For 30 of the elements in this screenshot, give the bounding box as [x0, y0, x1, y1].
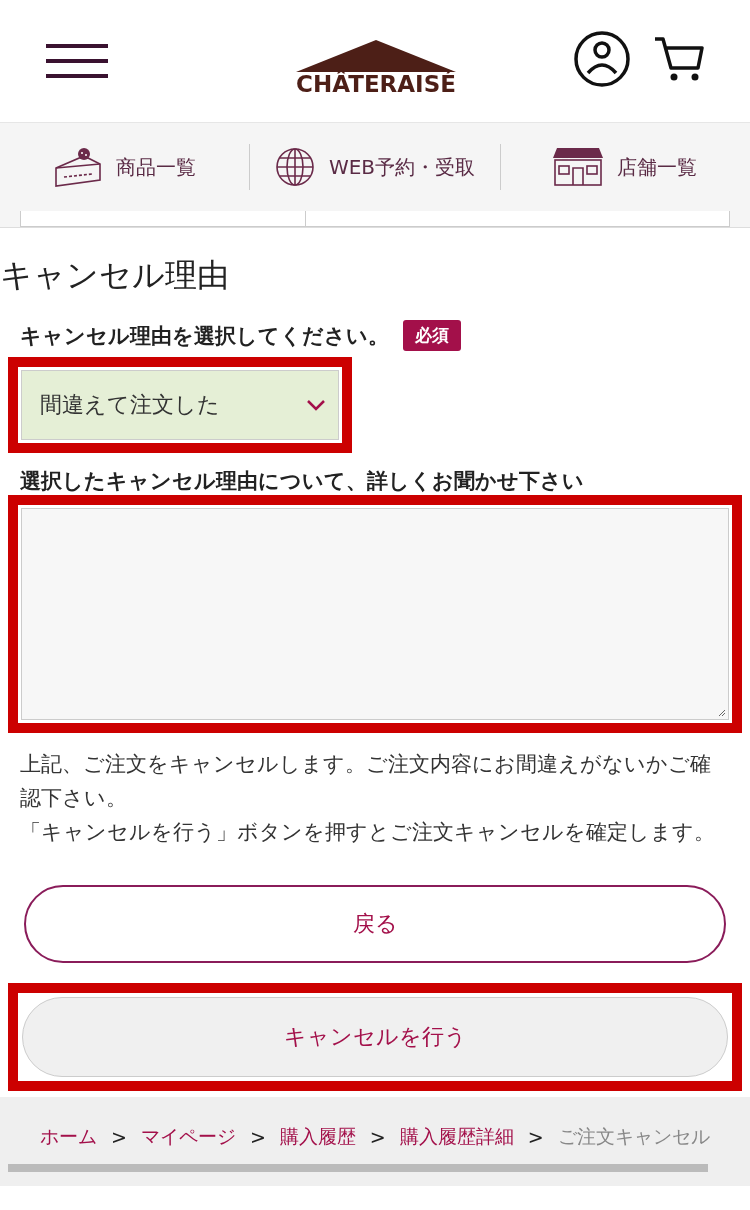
reason-select[interactable]: 間違えて注文した — [21, 370, 339, 440]
breadcrumb-separator: > — [369, 1126, 386, 1148]
notice-text: 上記、ご注文をキャンセルします。ご注文内容にお間違えがないかご確認下さい。 — [20, 751, 712, 812]
globe-icon — [274, 147, 315, 187]
nav-link[interactable]: 店舗一覧 — [499, 144, 750, 190]
notice-text: 「キャンセルを行う」ボタンを押すとご注文キャンセルを確定します。 — [20, 819, 716, 846]
breadcrumb-separator: > — [527, 1126, 544, 1148]
back-button[interactable]: 戻る — [24, 885, 726, 963]
breadcrumb-link[interactable]: 購入履歴詳細 — [399, 1124, 514, 1150]
breadcrumb-link[interactable]: マイページ — [140, 1124, 236, 1150]
account-icon[interactable] — [574, 31, 630, 87]
breadcrumb-current: ご注文キャンセル — [557, 1124, 710, 1149]
breadcrumb-separator: > — [111, 1126, 127, 1148]
required-badge: 必須 — [403, 320, 461, 351]
cake-icon — [53, 146, 102, 188]
store-icon — [553, 148, 604, 186]
cart-icon[interactable] — [654, 36, 704, 82]
field-label: キャンセル理由を選択してください。 — [20, 322, 389, 350]
resize-grip-icon — [718, 709, 726, 717]
nav-link[interactable]: WEB予約・受取 — [249, 144, 500, 190]
cancel-button[interactable]: キャンセルを行う — [22, 997, 728, 1077]
breadcrumb-link[interactable]: 購入履歴 — [279, 1124, 356, 1150]
menu-icon[interactable] — [46, 44, 108, 78]
breadcrumb-separator: > — [249, 1126, 266, 1148]
nav-link[interactable]: 商品一覧 — [0, 144, 250, 190]
section-heading: キャンセル理由 — [0, 255, 230, 296]
field-label: 選択したキャンセル理由について、詳しくお聞かせ下さい — [20, 468, 585, 495]
chevron-icon — [306, 399, 326, 411]
breadcrumb-link[interactable]: ホーム — [40, 1124, 97, 1150]
scrollbar[interactable] — [8, 1164, 708, 1172]
